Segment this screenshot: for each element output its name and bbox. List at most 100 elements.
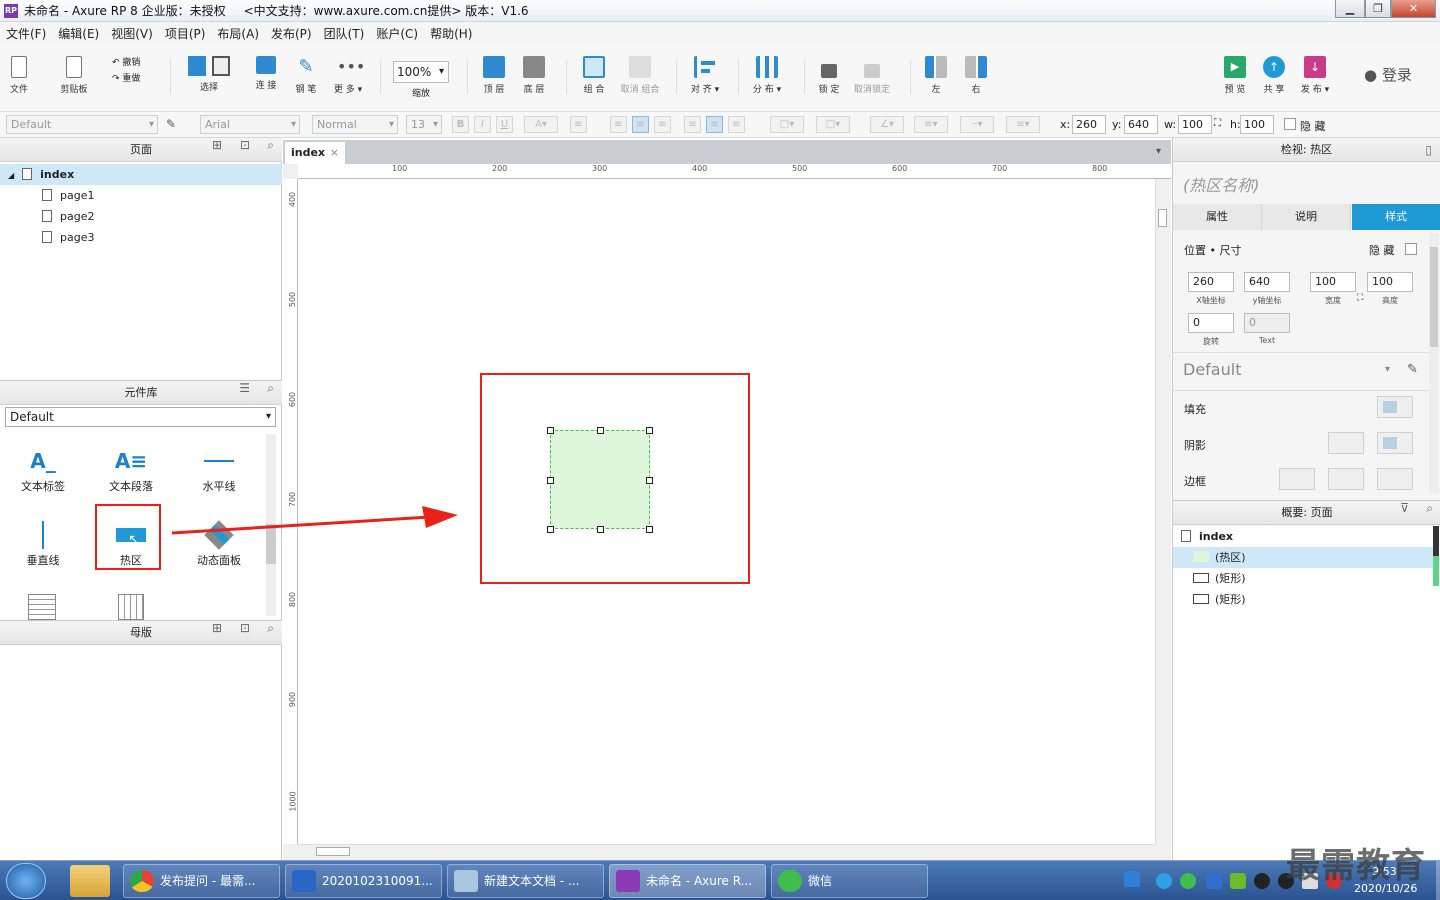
- style-edit-icon[interactable]: ✎: [1407, 362, 1418, 377]
- outline-item-rectangle[interactable]: (矩形): [1173, 589, 1433, 610]
- arrow-style-button[interactable]: ≡▾: [1006, 116, 1040, 133]
- zoom-select[interactable]: 100% ▾: [393, 61, 449, 83]
- widget-paragraph[interactable]: A≡ 文本段落: [91, 444, 171, 494]
- tab-notes[interactable]: 说明: [1262, 204, 1351, 230]
- resize-handle[interactable]: [547, 526, 554, 533]
- fill-color-button[interactable]: □▾: [770, 116, 804, 133]
- scroll-thumb[interactable]: [1158, 209, 1167, 227]
- width-input[interactable]: 100: [1310, 272, 1356, 292]
- menu-file[interactable]: 文件(F): [6, 25, 46, 42]
- outer-shadow-dropdown[interactable]: [1328, 432, 1364, 454]
- line-color-button[interactable]: ∠▾: [870, 116, 904, 133]
- valign-top-button[interactable]: ≡: [684, 116, 701, 133]
- expand-arrow-icon[interactable]: ◢: [8, 171, 14, 180]
- hide-checkbox[interactable]: [1405, 243, 1417, 255]
- outline-item-rectangle[interactable]: (矩形): [1173, 568, 1433, 589]
- tray-chat-icon[interactable]: [1180, 873, 1196, 889]
- valign-bottom-button[interactable]: ≡: [728, 116, 745, 133]
- search-icon[interactable]: ⌕: [267, 138, 274, 153]
- rotation-input[interactable]: 0: [1188, 313, 1234, 333]
- hide-checkbox[interactable]: [1284, 118, 1296, 130]
- scroll-thumb[interactable]: [1430, 247, 1438, 347]
- page-tree-item[interactable]: page2: [0, 206, 282, 227]
- more-button[interactable]: ••• 更 多 ▾: [330, 56, 366, 95]
- share-button[interactable]: ↑ 共 享: [1260, 56, 1288, 95]
- style-select[interactable]: Default: [6, 115, 158, 134]
- align-text-left-button[interactable]: ≡: [610, 116, 627, 133]
- font-size-select[interactable]: 13: [406, 115, 442, 134]
- scroll-thumb[interactable]: [316, 847, 350, 856]
- publish-button[interactable]: ↓ 发 布 ▾: [1298, 56, 1332, 95]
- maximize-button[interactable]: ❐: [1365, 0, 1391, 18]
- menu-icon[interactable]: ☰: [239, 381, 250, 395]
- menu-account[interactable]: 账户(C): [376, 25, 418, 42]
- menu-edit[interactable]: 编辑(E): [58, 25, 99, 42]
- ungroup-button[interactable]: 取消 组合: [616, 56, 664, 95]
- valign-middle-button[interactable]: ≡: [706, 116, 723, 133]
- line-style-button[interactable]: ┄▾: [960, 116, 994, 133]
- border-style-dropdown[interactable]: [1377, 468, 1413, 490]
- start-button[interactable]: [6, 863, 46, 899]
- connect-button[interactable]: 连 接: [252, 56, 280, 91]
- widget-horizontal-line[interactable]: 水平线: [179, 444, 259, 494]
- h-input[interactable]: 100: [1240, 115, 1274, 134]
- minimize-button[interactable]: ▁: [1335, 0, 1365, 18]
- filter-icon[interactable]: ⊽: [1400, 501, 1409, 515]
- menu-view[interactable]: 视图(V): [111, 25, 153, 42]
- resize-handle[interactable]: [646, 427, 653, 434]
- resize-handle[interactable]: [646, 526, 653, 533]
- style-edit-icon[interactable]: ✎: [166, 117, 176, 131]
- pen-button[interactable]: ✎ 钢 笔: [292, 56, 320, 95]
- taskbar-item-chrome[interactable]: 发布提问 - 最需...: [123, 864, 280, 898]
- preview-button[interactable]: ▶ 预 览: [1222, 56, 1248, 95]
- font-weight-select[interactable]: Normal: [312, 115, 398, 134]
- login-button[interactable]: ● 登录: [1364, 64, 1412, 85]
- align-button[interactable]: 对 齐 ▾: [688, 56, 722, 95]
- tray-input-icon[interactable]: [1124, 871, 1140, 887]
- style-preset-select[interactable]: Default ▾: [1176, 356, 1396, 384]
- tab-dropdown-icon[interactable]: ▾: [1156, 146, 1161, 157]
- file-button[interactable]: 文件: [6, 56, 32, 95]
- send-to-back-button[interactable]: 底 层: [520, 56, 548, 95]
- hotspot-widget[interactable]: [550, 430, 650, 529]
- height-input[interactable]: 100: [1367, 272, 1413, 292]
- widget-vertical-line[interactable]: 垂直线: [3, 518, 83, 568]
- select-button[interactable]: 选择: [178, 56, 240, 93]
- widget-text-label[interactable]: A_ 文本标签: [3, 444, 83, 494]
- menu-team[interactable]: 团队(T): [324, 25, 365, 42]
- add-page-icon[interactable]: ⊞: [212, 138, 222, 152]
- resize-handle[interactable]: [597, 526, 604, 533]
- file-explorer-icon[interactable]: [70, 865, 110, 897]
- lock-ratio-icon[interactable]: ⛶: [1214, 118, 1221, 129]
- tab-index[interactable]: index ×: [285, 142, 345, 164]
- menu-help[interactable]: 帮助(H): [430, 25, 472, 42]
- x-input[interactable]: 260: [1072, 115, 1106, 134]
- close-button[interactable]: ✕: [1391, 0, 1436, 18]
- fill-color-dropdown[interactable]: [1377, 396, 1413, 418]
- tab-properties[interactable]: 属性: [1173, 204, 1262, 230]
- right-panel-toggle[interactable]: 右: [964, 56, 988, 95]
- notes-icon[interactable]: ▯: [1425, 138, 1432, 162]
- lock-ratio-icon[interactable]: ⛶: [1357, 293, 1363, 303]
- font-select[interactable]: Arial: [200, 115, 300, 134]
- border-color-dropdown[interactable]: [1328, 468, 1364, 490]
- library-select[interactable]: Default ▾: [5, 407, 276, 427]
- lock-button[interactable]: 锁 定: [816, 56, 842, 95]
- taskbar-item-axure[interactable]: 未命名 - Axure R...: [609, 864, 766, 898]
- horizontal-scrollbar[interactable]: [298, 844, 1155, 858]
- align-text-right-button[interactable]: ≡: [654, 116, 671, 133]
- page-tree-root[interactable]: ◢ index: [0, 164, 282, 185]
- font-color-button[interactable]: A▾: [524, 116, 558, 133]
- outline-root[interactable]: index: [1173, 526, 1433, 547]
- left-panel-toggle[interactable]: 左: [924, 56, 948, 95]
- tray-wechat-icon[interactable]: [1156, 873, 1172, 889]
- outline-scrollbar[interactable]: [1433, 526, 1439, 586]
- grid-icon[interactable]: [118, 594, 144, 620]
- group-button[interactable]: 组 合: [580, 56, 608, 95]
- bullet-list-button[interactable]: ≡: [570, 116, 587, 133]
- add-folder-icon[interactable]: ⊡: [240, 621, 250, 635]
- add-master-icon[interactable]: ⊞: [212, 621, 222, 635]
- bring-to-front-button[interactable]: 顶 层: [480, 56, 508, 95]
- menu-publish[interactable]: 发布(P): [271, 25, 312, 42]
- italic-button[interactable]: I: [474, 116, 491, 133]
